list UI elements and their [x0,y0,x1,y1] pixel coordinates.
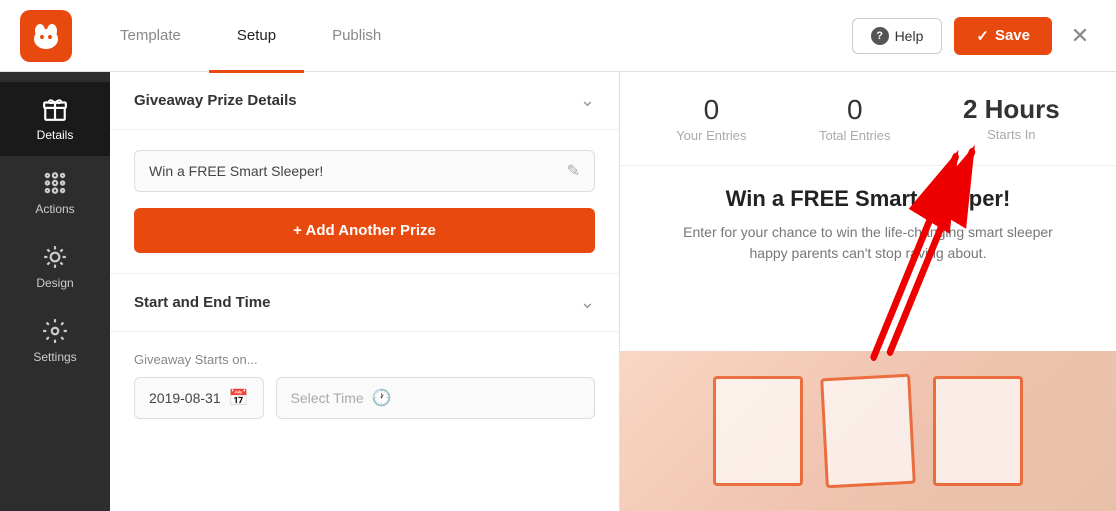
clock-icon: 🕐 [372,388,392,408]
sidebar-item-design[interactable]: Design [0,230,110,304]
sidebar-item-actions[interactable]: Actions [0,156,110,230]
preview-image-box-2 [820,374,916,489]
help-icon: ? [871,27,889,45]
save-label: Save [995,27,1030,44]
main-layout: Details Actions Design [0,72,1116,511]
stat-your-entries: 0 Your Entries [676,94,746,143]
sidebar: Details Actions Design [0,72,110,511]
sidebar-item-settings[interactable]: Settings [0,304,110,378]
preview-content: Win a FREE Smart Sleeper! Enter for your… [620,166,1116,284]
actions-icon [42,170,68,196]
edit-prize-icon[interactable]: ✎ [567,161,580,181]
save-checkmark-icon: ✓ [976,27,989,45]
start-end-time-title: Start and End Time [134,294,270,311]
total-entries-label: Total Entries [819,128,891,143]
total-entries-number: 0 [819,94,891,126]
date-field[interactable]: 2019-08-31 📅 [134,377,264,419]
right-panel: 0 Your Entries 0 Total Entries 2 Hours S… [620,72,1116,511]
preview-title: Win a FREE Smart Sleeper! [650,186,1086,212]
help-label: Help [895,28,924,44]
start-end-time-chevron-icon: ⌄ [580,292,595,313]
tab-setup[interactable]: Setup [209,1,304,73]
app-logo [20,10,72,62]
preview-stats: 0 Your Entries 0 Total Entries 2 Hours S… [620,72,1116,166]
tab-publish[interactable]: Publish [304,1,409,73]
sidebar-item-details[interactable]: Details [0,82,110,156]
preview-description: Enter for your chance to win the life-ch… [678,222,1058,264]
sidebar-item-settings-label: Settings [33,350,76,364]
close-icon: ✕ [1071,23,1089,49]
your-entries-number: 0 [676,94,746,126]
settings-icon [42,318,68,344]
stat-starts-in: 2 Hours Starts In [963,94,1060,143]
preview-card: 0 Your Entries 0 Total Entries 2 Hours S… [620,72,1116,511]
starts-in-number: 2 Hours [963,94,1060,125]
prize-input-row: Win a FREE Smart Sleeper! ✎ [134,150,595,192]
date-value: 2019-08-31 [149,390,221,406]
sidebar-item-details-label: Details [37,128,74,142]
prize-details-section-header[interactable]: Giveaway Prize Details ⌄ [110,72,619,130]
prize-details-title: Giveaway Prize Details [134,92,297,109]
time-field[interactable]: Select Time 🕐 [276,377,595,419]
header-actions: ? Help ✓ Save ✕ [852,17,1096,55]
starts-in-label: Starts In [963,127,1060,142]
stat-total-entries: 0 Total Entries [819,94,891,143]
gift-icon [42,96,68,122]
add-prize-button[interactable]: + Add Another Prize [134,208,595,253]
close-button[interactable]: ✕ [1064,20,1096,52]
giveaway-starts-label: Giveaway Starts on... [134,352,595,367]
help-button[interactable]: ? Help [852,18,943,54]
sidebar-item-design-label: Design [36,276,73,290]
start-end-time-section-header[interactable]: Start and End Time ⌄ [110,274,619,332]
date-time-row: 2019-08-31 📅 Select Time 🕐 [134,377,595,419]
nav-tabs: Template Setup Publish [92,0,409,72]
prize-details-chevron-icon: ⌄ [580,90,595,111]
preview-image-box-3 [933,376,1023,486]
time-placeholder: Select Time [291,390,364,406]
add-prize-label: + Add Another Prize [293,222,436,239]
prize-input-value: Win a FREE Smart Sleeper! [149,163,557,179]
save-button[interactable]: ✓ Save [954,17,1052,55]
preview-image-area [620,351,1116,511]
sidebar-item-actions-label: Actions [35,202,74,216]
left-panel: Giveaway Prize Details ⌄ Win a FREE Smar… [110,72,620,511]
start-end-time-content: Giveaway Starts on... 2019-08-31 📅 Selec… [110,332,619,439]
your-entries-label: Your Entries [676,128,746,143]
tab-template[interactable]: Template [92,1,209,73]
header: Template Setup Publish ? Help ✓ Save ✕ [0,0,1116,72]
preview-image-box-1 [713,376,803,486]
prize-details-content: Win a FREE Smart Sleeper! ✎ + Add Anothe… [110,130,619,273]
calendar-icon: 📅 [229,388,249,408]
design-icon [42,244,68,270]
